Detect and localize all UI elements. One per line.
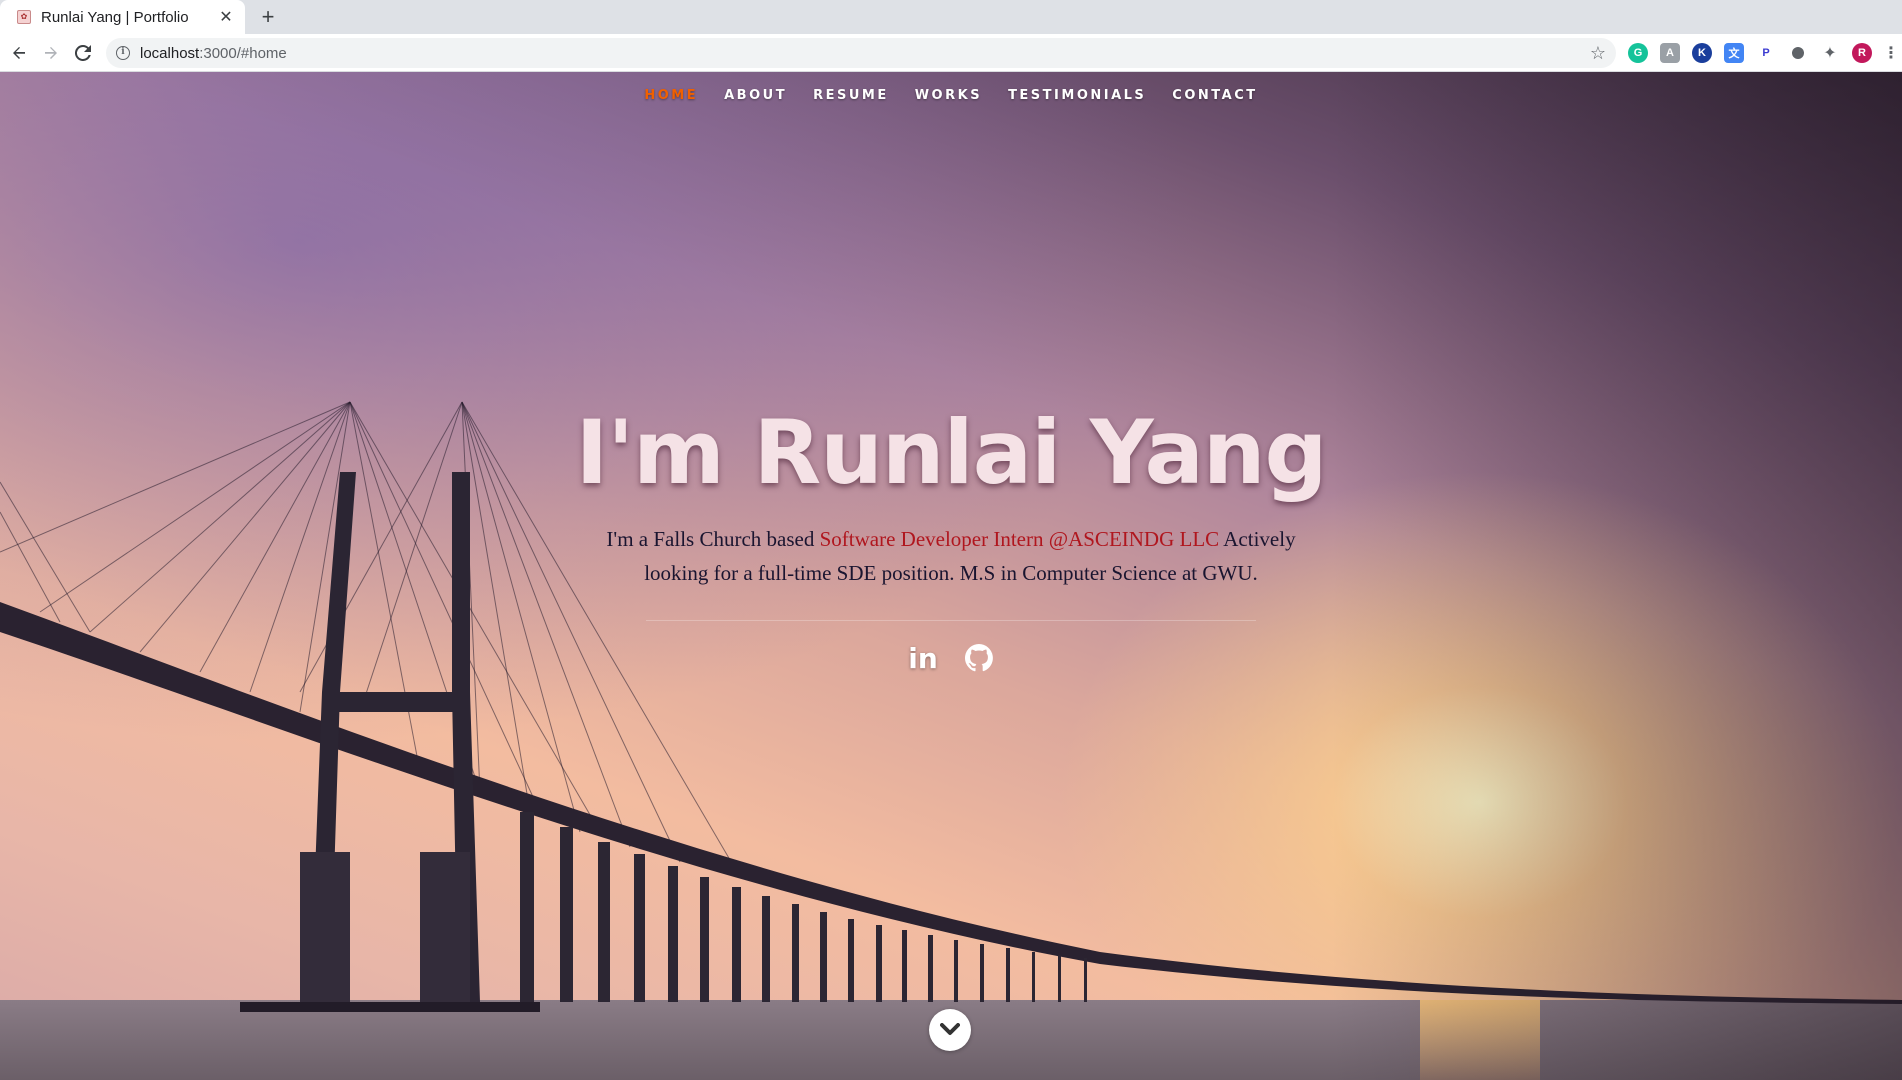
profile-avatar[interactable]: R xyxy=(1852,43,1872,63)
translate-icon[interactable]: 文 xyxy=(1724,43,1744,63)
p-extension-icon[interactable]: P xyxy=(1756,43,1776,63)
grammarly-icon[interactable]: G xyxy=(1628,43,1648,63)
reload-button[interactable] xyxy=(70,40,96,66)
hero-section: HOME ABOUT RESUME WORKS TESTIMONIALS CON… xyxy=(0,72,1902,1080)
arrow-right-icon xyxy=(45,47,57,59)
hero-sub-prefix: I'm a Falls Church based xyxy=(606,527,820,551)
nav-home[interactable]: HOME xyxy=(631,88,711,103)
site-nav: HOME ABOUT RESUME WORKS TESTIMONIALS CON… xyxy=(0,72,1902,118)
linkedin-icon[interactable]: in xyxy=(908,642,938,675)
k-extension-icon[interactable]: K xyxy=(1692,43,1712,63)
hero-subtitle: I'm a Falls Church based Software Develo… xyxy=(601,522,1301,590)
favicon-icon: ✿ xyxy=(17,10,31,24)
extension-icon[interactable]: A xyxy=(1660,43,1680,63)
info-icon[interactable]: i xyxy=(116,46,130,60)
nav-about[interactable]: ABOUT xyxy=(711,88,800,103)
reload-icon xyxy=(75,45,91,61)
forward-button[interactable] xyxy=(38,40,64,66)
chevron-down-icon xyxy=(940,1023,960,1035)
new-tab-button[interactable]: + xyxy=(255,4,281,30)
hero-divider xyxy=(646,620,1256,621)
tab-close-icon[interactable]: ✕ xyxy=(215,6,237,28)
nav-works[interactable]: WORKS xyxy=(902,88,995,103)
arrow-left-icon xyxy=(13,47,25,59)
browser-toolbar: i localhost:3000/#home ☆ G A K 文 P ✦ R ⋮ xyxy=(0,34,1902,72)
social-links: in xyxy=(0,642,1902,675)
hero-banner: I'm Runlai Yang I'm a Falls Church based… xyxy=(0,398,1902,675)
github-logo-icon xyxy=(965,644,993,672)
browser-tabstrip: ✿ Runlai Yang | Portfolio ✕ + xyxy=(0,0,1902,34)
url-path: :3000/#home xyxy=(199,44,287,62)
hero-title: I'm Runlai Yang xyxy=(575,401,1327,504)
url-host: localhost xyxy=(140,44,200,62)
bookmark-star-icon[interactable]: ☆ xyxy=(1590,43,1606,64)
nav-resume[interactable]: RESUME xyxy=(800,88,902,103)
puzzle-icon[interactable]: ✦ xyxy=(1820,43,1840,63)
address-bar[interactable]: i localhost:3000/#home ☆ xyxy=(106,38,1616,68)
github-icon[interactable] xyxy=(964,643,994,673)
circle-extension-icon[interactable] xyxy=(1788,43,1808,63)
nav-testimonials[interactable]: TESTIMONIALS xyxy=(995,88,1159,103)
hero-sub-highlight: Software Developer Intern @ASCEINDG LLC xyxy=(819,527,1220,551)
browser-tab[interactable]: ✿ Runlai Yang | Portfolio ✕ xyxy=(0,0,245,34)
nav-contact[interactable]: CONTACT xyxy=(1159,88,1270,103)
scroll-down-button[interactable] xyxy=(929,1009,971,1051)
back-button[interactable] xyxy=(6,40,32,66)
menu-icon[interactable]: ⋮ xyxy=(1883,43,1899,63)
tab-title: Runlai Yang | Portfolio xyxy=(41,8,189,26)
